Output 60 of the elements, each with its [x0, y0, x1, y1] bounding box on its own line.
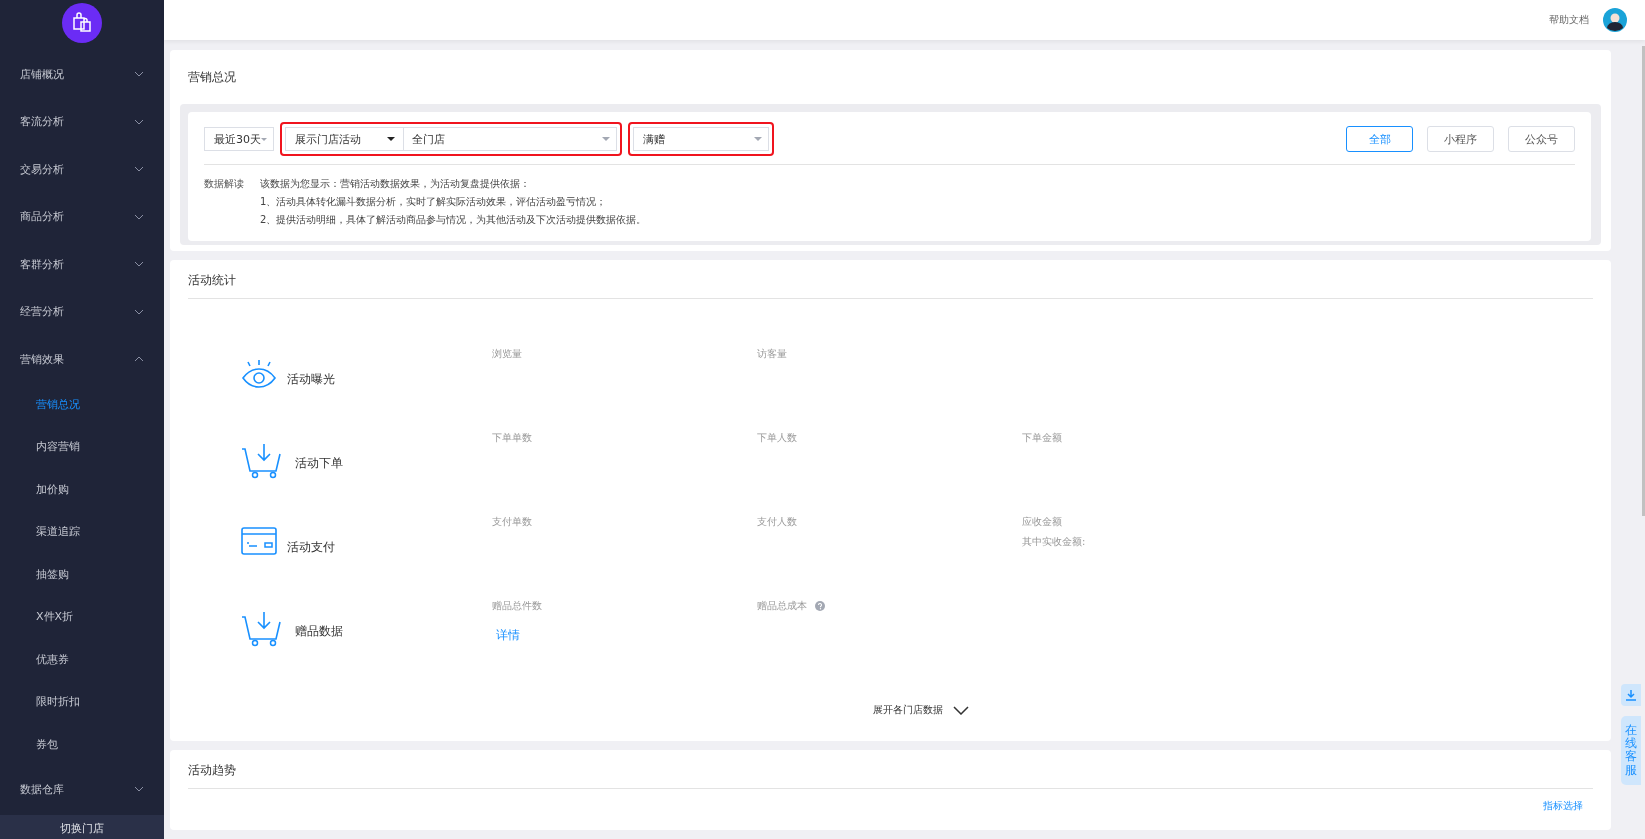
caret-icon: [261, 137, 267, 141]
channel-button[interactable]: 公众号: [1508, 126, 1575, 152]
caret-icon: [602, 137, 610, 141]
data-note-text: 2、提供活动明细，具体了解活动商品参与情况，为其他活动及下次活动提供数据依据。: [260, 213, 647, 227]
stat-title: 活动曝光: [287, 371, 335, 388]
section-title: 活动统计: [188, 260, 1593, 299]
caret-icon: [754, 137, 762, 141]
menu-item[interactable]: 交易分析: [0, 145, 164, 193]
submenu-item[interactable]: 营销总况: [0, 383, 164, 426]
download-icon: [1626, 689, 1636, 701]
stat-title: 活动下单: [295, 455, 343, 472]
metric-label: 其中实收金额:: [1022, 535, 1087, 549]
submenu-item[interactable]: 券包: [0, 723, 164, 766]
page-title: 营销总况: [187, 69, 237, 86]
menu-item[interactable]: 客群分析: [0, 240, 164, 288]
switch-store-button[interactable]: 切换门店: [0, 815, 164, 839]
metric-label: 应收金额: [1022, 515, 1062, 529]
data-note-text: 1、活动具体转化漏斗数据分析，实时了解实际活动效果，评估活动盈亏情况；: [260, 195, 608, 209]
stat-title: 赠品数据: [295, 623, 343, 640]
section-title: 活动趋势: [188, 750, 1593, 789]
submenu-item[interactable]: 抽签购: [0, 553, 164, 596]
metric-label: 浏览量: [492, 347, 522, 361]
menu-item[interactable]: 数据仓库: [0, 765, 164, 813]
submenu-item[interactable]: 限时折扣: [0, 680, 164, 723]
chevron-down-icon: [952, 705, 969, 715]
menu-item[interactable]: 客流分析: [0, 98, 164, 146]
help-docs-link[interactable]: 帮助文档: [1549, 13, 1589, 27]
submenu-item[interactable]: 渠道追踪: [0, 510, 164, 553]
submenu-item[interactable]: 优惠券: [0, 638, 164, 681]
shopping-bag-logo-icon: [62, 3, 102, 43]
metric-label: 赠品总件数: [492, 599, 542, 613]
menu-item[interactable]: 店铺概况: [0, 50, 164, 98]
metric-label: 支付人数: [757, 515, 797, 529]
metric-label: 下单单数: [492, 431, 532, 445]
stat-title: 活动支付: [287, 539, 335, 556]
data-note-label: 数据解读: [204, 177, 244, 191]
submenu-item[interactable]: 内容营销: [0, 425, 164, 468]
menu-item[interactable]: 经营分析: [0, 288, 164, 336]
metric-label: 下单金额: [1022, 431, 1062, 445]
activity-type-select[interactable]: 满赠: [633, 127, 769, 151]
avatar-icon[interactable]: [1603, 8, 1627, 32]
metric-label: 访客量: [757, 347, 787, 361]
menu-item[interactable]: 营销效果: [0, 335, 164, 383]
expand-stores-link[interactable]: 展开各门店数据: [872, 703, 943, 717]
date-range-select[interactable]: 最近30天: [204, 127, 274, 151]
eye-icon: [241, 359, 277, 389]
metric-label: 下单人数: [757, 431, 797, 445]
menu-item[interactable]: 商品分析: [0, 193, 164, 241]
channel-button[interactable]: 小程序: [1427, 126, 1494, 152]
download-button[interactable]: [1621, 684, 1641, 706]
help-icon[interactable]: [815, 601, 825, 611]
caret-icon: [387, 137, 395, 141]
scrollbar[interactable]: [1642, 46, 1645, 516]
submenu-item[interactable]: X件X折: [0, 595, 164, 638]
store-select[interactable]: 展示门店活动 全门店: [285, 127, 617, 151]
metric-label: 支付单数: [492, 515, 532, 529]
data-note-text: 该数据为您显示：营销活动数据效果，为活动复盘提供依据：: [260, 177, 531, 191]
credit-card-icon: [241, 527, 277, 555]
submenu-item[interactable]: 加价购: [0, 468, 164, 511]
metric-label: 赠品总成本: [757, 599, 807, 613]
